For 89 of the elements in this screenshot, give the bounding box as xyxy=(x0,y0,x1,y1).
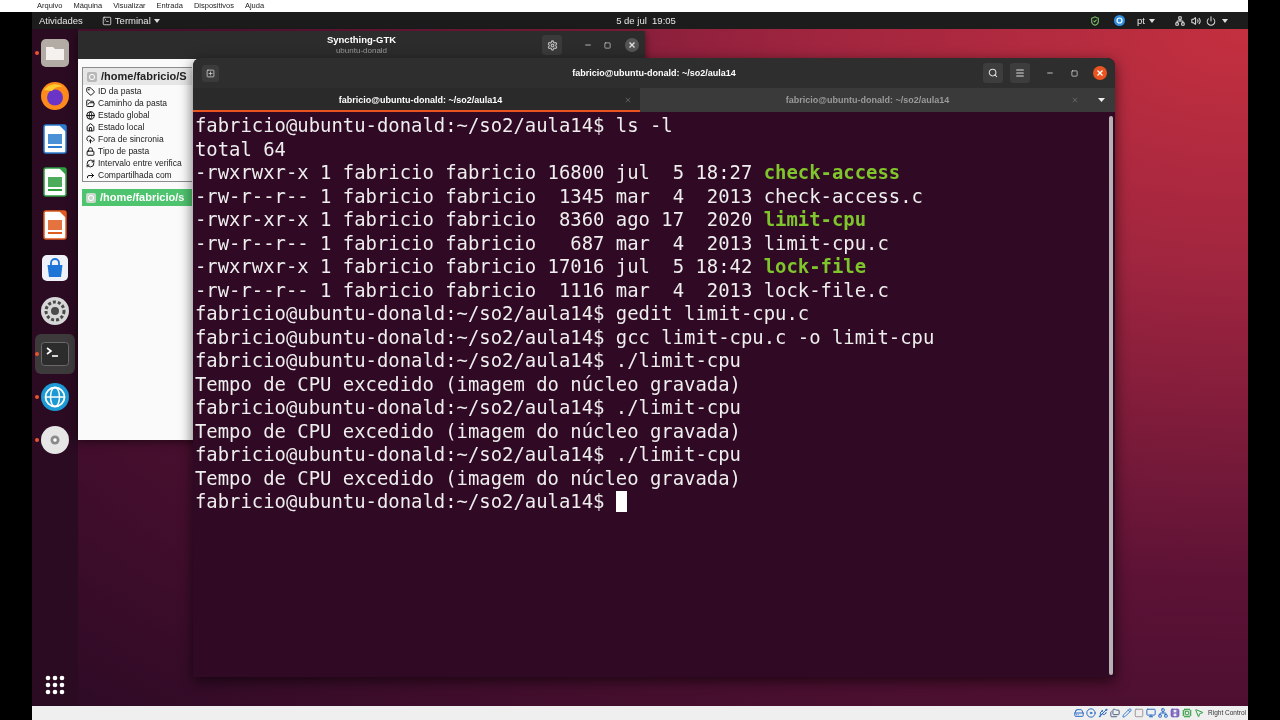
film-icon[interactable] xyxy=(1170,708,1181,718)
folder-status-icon xyxy=(86,192,96,203)
app-menu-button[interactable]: Terminal xyxy=(101,15,160,26)
window-subtitle: ubuntu-donald xyxy=(335,46,388,55)
folder-path: /home/fabricio/S xyxy=(101,71,187,82)
minimize-icon[interactable] xyxy=(1046,69,1054,77)
detail-label: ID da pasta xyxy=(98,86,142,96)
maximize-icon[interactable] xyxy=(1071,69,1078,77)
cpu-icon[interactable] xyxy=(1182,708,1193,718)
folder-status-icon xyxy=(87,71,97,82)
terminal-line: -rw-r--r-- 1 fabricio fabricio 1116 mar 4 2013 lock-file.c xyxy=(195,278,889,302)
plus-square-icon xyxy=(206,68,215,78)
clock[interactable]: 5 de jul 19:05 xyxy=(616,15,676,26)
caret-icon xyxy=(1097,98,1105,102)
document-icon xyxy=(40,124,70,154)
volume-icon[interactable] xyxy=(1191,15,1201,26)
terminal-line: fabricio@ubuntu-donald:~/so2/aula14$ ./limit-cpu xyxy=(195,443,741,467)
close-icon[interactable] xyxy=(625,38,639,52)
folder-header[interactable]: /home/fabricio/S xyxy=(83,68,192,85)
terminal-line: Tempo de CPU excedido (imagem do núcleo gravada) xyxy=(195,466,741,490)
search-icon xyxy=(988,68,998,78)
settings-button[interactable] xyxy=(542,35,562,55)
browser-icon xyxy=(40,81,70,111)
detail-label: Estado local xyxy=(98,122,145,132)
folder-icon xyxy=(86,98,95,108)
share-arrow-icon xyxy=(86,170,95,180)
lock-icon xyxy=(86,146,95,156)
terminal-line: fabricio@ubuntu-donald:~/so2/aula14$ ./limit-cpu xyxy=(195,396,741,420)
terminal-line: -rwxrwxr-x 1 fabricio fabricio 17016 jul 5 18:42 lock-file xyxy=(195,255,867,279)
presentation-icon xyxy=(40,210,70,240)
detail-label: Caminho da pasta xyxy=(98,98,167,108)
activities-button[interactable]: Atividades xyxy=(39,15,83,26)
scrollbar[interactable] xyxy=(1109,116,1113,675)
disc-icon xyxy=(40,425,70,455)
spreadsheet-icon xyxy=(40,167,70,197)
detail-label: Tipo de pasta xyxy=(98,146,150,156)
terminal-line: -rw-r--r-- 1 fabricio fabricio 687 mar 4 2013 limit-cpu.c xyxy=(195,231,889,255)
detail-label: Compartilhada com xyxy=(98,170,172,180)
cloud-upload-icon xyxy=(86,134,95,144)
globe-icon xyxy=(40,382,70,412)
terminal-icon xyxy=(101,15,112,26)
caret-icon xyxy=(153,18,160,23)
disc-icon[interactable] xyxy=(1086,708,1097,718)
globe-icon xyxy=(86,110,95,120)
monitor-icon[interactable] xyxy=(1146,708,1157,718)
terminal-line: fabricio@ubuntu-donald:~/so2/aula14$ ls -l xyxy=(195,114,673,138)
network-icon[interactable] xyxy=(1175,15,1185,26)
shopping-bag-icon xyxy=(40,253,70,283)
tag-icon xyxy=(86,86,95,96)
terminal-line: fabricio@ubuntu-donald:~/so2/aula14$ ./limit-cpu xyxy=(195,349,741,373)
detail-label: Fora de sincronia xyxy=(98,134,164,144)
maximize-icon[interactable] xyxy=(604,41,611,49)
sync-icon[interactable] xyxy=(1114,15,1126,26)
menu-icon xyxy=(1015,68,1025,78)
close-icon[interactable] xyxy=(1093,66,1107,80)
house-icon xyxy=(86,122,95,132)
app-grid-icon xyxy=(45,675,65,695)
shield-icon[interactable] xyxy=(1090,15,1101,26)
terminal-icon xyxy=(40,339,70,369)
window-title: fabricio@ubuntu-donald: ~/so2/aula14 xyxy=(572,68,736,78)
keyboard-layout-button[interactable]: pt xyxy=(1137,15,1155,26)
folder-icon xyxy=(40,38,70,68)
caret-icon xyxy=(1149,18,1155,23)
terminal-tab[interactable]: fabricio@ubuntu-donald: ~/so2/aula14 xyxy=(193,88,640,112)
power-icon[interactable] xyxy=(1206,15,1216,26)
menu-button[interactable] xyxy=(1010,63,1030,83)
search-button[interactable] xyxy=(983,63,1003,83)
terminal-line: Tempo de CPU excedido (imagem do núcleo gravada) xyxy=(195,372,741,396)
terminal-line: fabricio@ubuntu-donald:~/so2/aula14$ gedit limit-cpu.c xyxy=(195,302,810,326)
terminal-line: -rwxrwxr-x 1 fabricio fabricio 16800 jul 5 18:27 check-access xyxy=(195,161,901,185)
usb-icon[interactable] xyxy=(1098,708,1109,718)
minimize-icon[interactable] xyxy=(584,41,592,49)
new-tab-button[interactable] xyxy=(202,64,219,82)
terminal-line: Tempo de CPU excedido (imagem do núcleo gravada) xyxy=(195,419,741,443)
folder-path: /home/fabricio/s xyxy=(100,192,185,203)
gear-icon xyxy=(546,39,558,51)
refresh-icon xyxy=(86,158,95,168)
detail-label: Estado global xyxy=(98,110,150,120)
terminal-line: -rw-r--r-- 1 fabricio fabricio 1345 mar 4 2013 check-access.c xyxy=(195,184,923,208)
terminal-line: -rwxr-xr-x 1 fabricio fabricio 8360 ago 17 2020 limit-cpu xyxy=(195,208,867,232)
caret-icon[interactable] xyxy=(1222,18,1228,23)
terminal-line: total 64 xyxy=(195,137,286,161)
terminal-line: fabricio@ubuntu-donald:~/so2/aula14$ xyxy=(195,490,605,514)
window-title: Syncthing-GTK xyxy=(326,35,397,45)
detail-label: Intervalo entre verifica xyxy=(98,158,182,168)
settings-icon xyxy=(40,296,70,326)
terminal-line: fabricio@ubuntu-donald:~/so2/aula14$ gcc limit-cpu.c -o limit-cpu xyxy=(195,325,935,349)
hard-drive-icon[interactable] xyxy=(1074,708,1085,718)
folders-icon[interactable] xyxy=(1110,708,1121,718)
